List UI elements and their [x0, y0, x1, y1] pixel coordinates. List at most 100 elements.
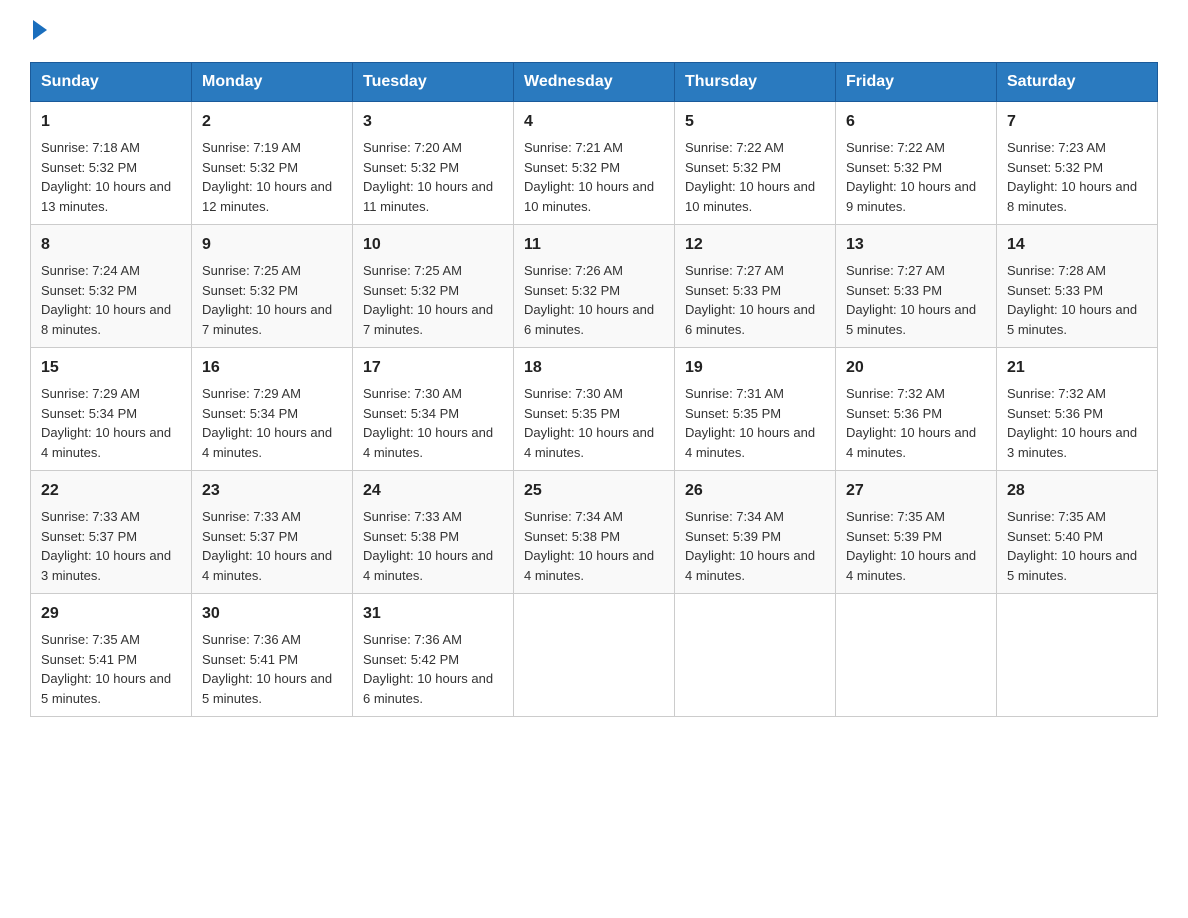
calendar-cell: 13Sunrise: 7:27 AMSunset: 5:33 PMDayligh…	[836, 225, 997, 348]
calendar-cell: 17Sunrise: 7:30 AMSunset: 5:34 PMDayligh…	[353, 348, 514, 471]
day-number: 26	[685, 479, 825, 503]
sunrise-text: Sunrise: 7:33 AM	[41, 509, 140, 524]
daylight-text: Daylight: 10 hours and 5 minutes.	[202, 671, 332, 706]
sunrise-text: Sunrise: 7:25 AM	[363, 263, 462, 278]
calendar-week-row: 8Sunrise: 7:24 AMSunset: 5:32 PMDaylight…	[31, 225, 1158, 348]
sunrise-text: Sunrise: 7:25 AM	[202, 263, 301, 278]
daylight-text: Daylight: 10 hours and 4 minutes.	[846, 548, 976, 583]
sunrise-text: Sunrise: 7:33 AM	[202, 509, 301, 524]
daylight-text: Daylight: 10 hours and 12 minutes.	[202, 179, 332, 214]
calendar-cell: 2Sunrise: 7:19 AMSunset: 5:32 PMDaylight…	[192, 102, 353, 225]
calendar-cell: 9 Sunrise: 7:25 AM Sunset: 5:32 PM Daylight…	[192, 225, 353, 348]
sunrise-text: Sunrise: 7:22 AM	[846, 140, 945, 155]
daylight-text: Daylight: 10 hours and 4 minutes.	[524, 425, 654, 460]
sunrise-text: Sunrise: 7:35 AM	[846, 509, 945, 524]
day-number: 2	[202, 110, 342, 134]
daylight-text: Daylight: 10 hours and 11 minutes.	[363, 179, 493, 214]
sunrise-text: Sunrise: 7:29 AM	[202, 386, 301, 401]
sunrise-text: Sunrise: 7:34 AM	[524, 509, 623, 524]
daylight-text: Daylight: 10 hours and 13 minutes.	[41, 179, 171, 214]
daylight-text: Daylight: 10 hours and 4 minutes.	[846, 425, 976, 460]
sunset-text: Sunset: 5:37 PM	[202, 529, 298, 544]
calendar-cell: 24Sunrise: 7:33 AMSunset: 5:38 PMDayligh…	[353, 471, 514, 594]
calendar-cell: 29Sunrise: 7:35 AMSunset: 5:41 PMDayligh…	[31, 594, 192, 717]
logo-arrow-icon	[33, 20, 47, 40]
daylight-text: Daylight: 10 hours and 5 minutes.	[1007, 548, 1137, 583]
day-number: 1	[41, 110, 181, 134]
daylight-text: Daylight: 10 hours and 10 minutes.	[524, 179, 654, 214]
sunset-text: Sunset: 5:38 PM	[524, 529, 620, 544]
day-number: 15	[41, 356, 181, 380]
daylight-text: Daylight: 10 hours and 4 minutes.	[202, 548, 332, 583]
day-number: 3	[363, 110, 503, 134]
sunrise-text: Sunrise: 7:32 AM	[846, 386, 945, 401]
calendar-cell: 1Sunrise: 7:18 AMSunset: 5:32 PMDaylight…	[31, 102, 192, 225]
daylight-text: Daylight: 10 hours and 10 minutes.	[685, 179, 815, 214]
page-header	[30, 20, 1158, 42]
sunset-text: Sunset: 5:32 PM	[202, 283, 298, 298]
daylight-text: Daylight: 10 hours and 4 minutes.	[685, 425, 815, 460]
sunset-text: Sunset: 5:42 PM	[363, 652, 459, 667]
sunrise-text: Sunrise: 7:32 AM	[1007, 386, 1106, 401]
day-header-monday: Monday	[192, 63, 353, 102]
day-number: 20	[846, 356, 986, 380]
calendar-cell: 6Sunrise: 7:22 AMSunset: 5:32 PMDaylight…	[836, 102, 997, 225]
sunset-text: Sunset: 5:32 PM	[363, 160, 459, 175]
sunset-text: Sunset: 5:32 PM	[524, 160, 620, 175]
sunrise-text: Sunrise: 7:35 AM	[41, 632, 140, 647]
calendar-cell: 22Sunrise: 7:33 AMSunset: 5:37 PMDayligh…	[31, 471, 192, 594]
calendar-cell: 31 Sunrise: 7:36 AM Sunset: 5:42 PM Dayligh…	[353, 594, 514, 717]
sunrise-text: Sunrise: 7:27 AM	[685, 263, 784, 278]
sunrise-text: Sunrise: 7:20 AM	[363, 140, 462, 155]
sunrise-text: Sunrise: 7:23 AM	[1007, 140, 1106, 155]
calendar-cell: 30Sunrise: 7:36 AMSunset: 5:41 PMDayligh…	[192, 594, 353, 717]
day-number: 19	[685, 356, 825, 380]
day-number: 5	[685, 110, 825, 134]
calendar-cell	[836, 594, 997, 717]
calendar-cell: 18Sunrise: 7:30 AMSunset: 5:35 PMDayligh…	[514, 348, 675, 471]
sunset-text: Sunset: 5:32 PM	[524, 283, 620, 298]
calendar-cell: 7Sunrise: 7:23 AMSunset: 5:32 PMDaylight…	[997, 102, 1158, 225]
sunset-text: Sunset: 5:35 PM	[524, 406, 620, 421]
sunrise-text: Sunrise: 7:35 AM	[1007, 509, 1106, 524]
sunset-text: Sunset: 5:38 PM	[363, 529, 459, 544]
daylight-text: Daylight: 10 hours and 4 minutes.	[685, 548, 815, 583]
sunrise-text: Sunrise: 7:28 AM	[1007, 263, 1106, 278]
daylight-text: Daylight: 10 hours and 7 minutes.	[202, 302, 332, 337]
sunrise-text: Sunrise: 7:30 AM	[363, 386, 462, 401]
daylight-text: Daylight: 10 hours and 6 minutes.	[524, 302, 654, 337]
calendar-cell: 25 Sunrise: 7:34 AM Sunset: 5:38 PM Dayligh…	[514, 471, 675, 594]
sunrise-text: Sunrise: 7:18 AM	[41, 140, 140, 155]
day-number: 25	[524, 479, 664, 503]
daylight-text: Daylight: 10 hours and 4 minutes.	[524, 548, 654, 583]
day-number: 9	[202, 233, 342, 257]
daylight-text: Daylight: 10 hours and 4 minutes.	[202, 425, 332, 460]
daylight-text: Daylight: 10 hours and 6 minutes.	[363, 671, 493, 706]
day-number: 31	[363, 602, 503, 626]
day-header-friday: Friday	[836, 63, 997, 102]
sunset-text: Sunset: 5:34 PM	[202, 406, 298, 421]
day-number: 4	[524, 110, 664, 134]
sunset-text: Sunset: 5:32 PM	[1007, 160, 1103, 175]
daylight-text: Daylight: 10 hours and 5 minutes.	[41, 671, 171, 706]
sunset-text: Sunset: 5:32 PM	[363, 283, 459, 298]
sunset-text: Sunset: 5:40 PM	[1007, 529, 1103, 544]
sunset-text: Sunset: 5:33 PM	[1007, 283, 1103, 298]
daylight-text: Daylight: 10 hours and 3 minutes.	[1007, 425, 1137, 460]
day-header-thursday: Thursday	[675, 63, 836, 102]
logo	[30, 20, 47, 42]
daylight-text: Daylight: 10 hours and 4 minutes.	[41, 425, 171, 460]
sunrise-text: Sunrise: 7:36 AM	[202, 632, 301, 647]
day-number: 22	[41, 479, 181, 503]
day-number: 28	[1007, 479, 1147, 503]
calendar-cell: 5Sunrise: 7:22 AMSunset: 5:32 PMDaylight…	[675, 102, 836, 225]
sunrise-text: Sunrise: 7:19 AM	[202, 140, 301, 155]
sunset-text: Sunset: 5:35 PM	[685, 406, 781, 421]
daylight-text: Daylight: 10 hours and 9 minutes.	[846, 179, 976, 214]
day-number: 16	[202, 356, 342, 380]
sunrise-text: Sunrise: 7:36 AM	[363, 632, 462, 647]
daylight-text: Daylight: 10 hours and 4 minutes.	[363, 548, 493, 583]
calendar-week-row: 1 Sunrise: 7:18 AM Sunset: 5:32 PM Daylight…	[31, 102, 1158, 225]
sunset-text: Sunset: 5:39 PM	[846, 529, 942, 544]
calendar-cell	[675, 594, 836, 717]
